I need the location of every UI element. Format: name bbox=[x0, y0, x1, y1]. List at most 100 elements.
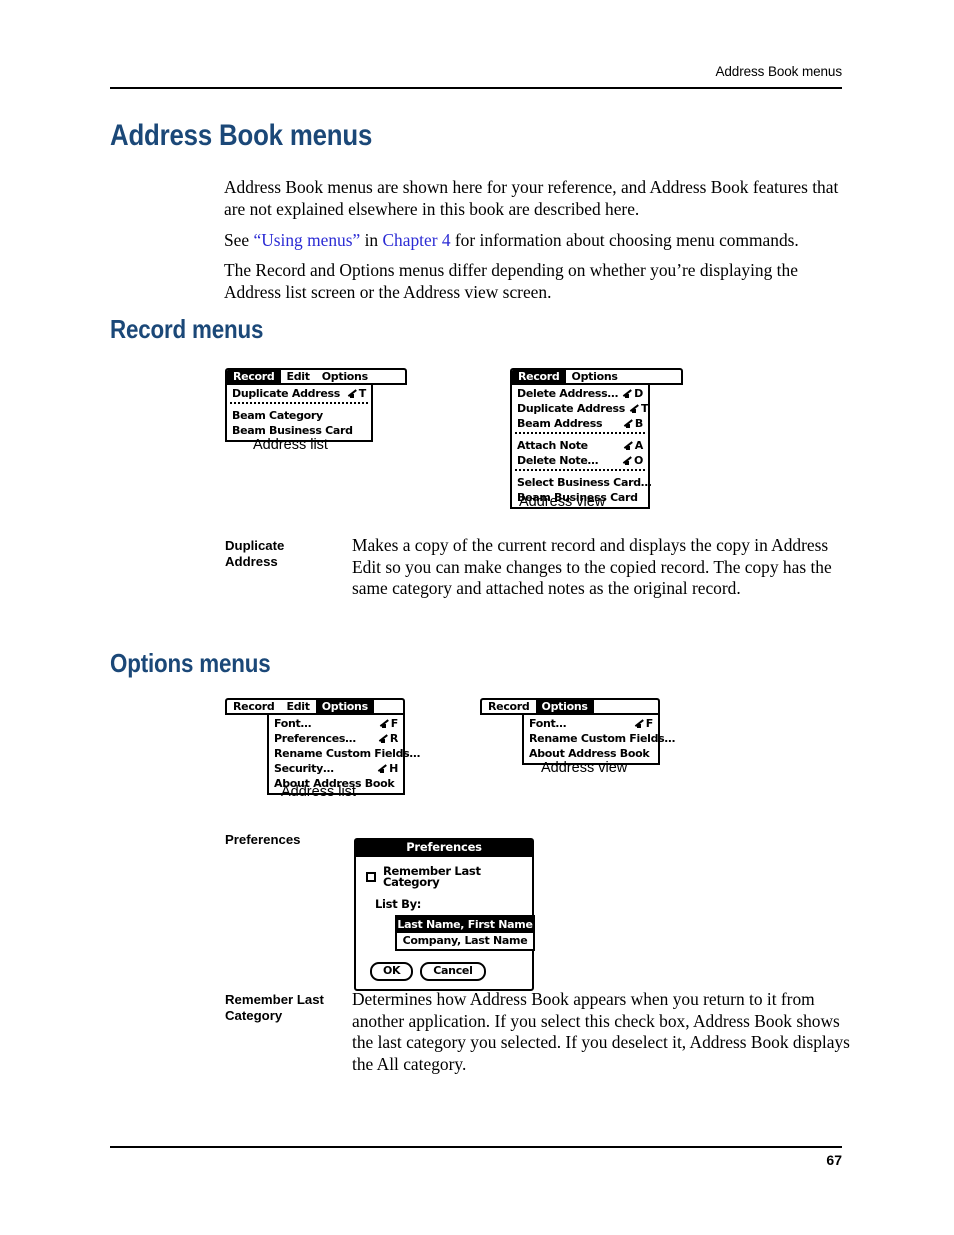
term-line-2: Address bbox=[225, 554, 278, 569]
menu-item-shortcut: O bbox=[624, 455, 643, 466]
menu-item-shortcut: R bbox=[380, 733, 398, 744]
menubar-filler bbox=[624, 370, 681, 383]
menu-item-preferences[interactable]: Preferences… R bbox=[269, 731, 403, 746]
intro-paragraph-1: Address Book menus are shown here for yo… bbox=[224, 177, 839, 219]
running-head: Address Book menus bbox=[715, 64, 842, 79]
menubar: Record Options bbox=[510, 368, 683, 385]
menu-item-rename-custom-fields[interactable]: Rename Custom Fields… bbox=[269, 746, 420, 761]
section-heading-record-menus: Record menus bbox=[110, 314, 264, 344]
intro-paragraph-3: The Record and Options menus differ depe… bbox=[224, 260, 798, 302]
command-stroke-icon bbox=[624, 456, 633, 465]
menu-item-font[interactable]: Font… F bbox=[524, 716, 658, 731]
term-line-1: Duplicate bbox=[225, 538, 285, 553]
list-by-picklist: Last Name, First Name Company, Last Name bbox=[395, 915, 535, 951]
cancel-button[interactable]: Cancel bbox=[420, 962, 486, 981]
menu-item-delete-note[interactable]: Delete Note… O bbox=[512, 453, 648, 468]
header-rule bbox=[110, 87, 842, 89]
figure-record-menu-address-view: Record Options Delete Address… D Duplica… bbox=[510, 368, 683, 509]
command-stroke-icon bbox=[349, 389, 358, 398]
menu-item-font[interactable]: Font… F bbox=[269, 716, 403, 731]
menu-item-shortcut: F bbox=[636, 718, 653, 729]
menubar-item-options[interactable]: Options bbox=[566, 370, 624, 383]
command-stroke-icon bbox=[380, 734, 389, 743]
menubar: Record Edit Options bbox=[225, 368, 407, 385]
remember-last-category-row[interactable]: Remember Last Category bbox=[366, 863, 522, 889]
menu-item-label: Beam Address bbox=[517, 417, 603, 430]
menubar-item-edit[interactable]: Edit bbox=[281, 700, 316, 713]
menu-item-label: Beam Category bbox=[232, 409, 323, 422]
menu-separator bbox=[230, 402, 368, 407]
menu-item-shortcut: H bbox=[379, 763, 398, 774]
menu-item-beam-address[interactable]: Beam Address B bbox=[512, 416, 648, 431]
dialog-title: Preferences bbox=[356, 840, 532, 857]
term-line-2: Category bbox=[225, 1008, 283, 1023]
menubar-filler bbox=[374, 700, 403, 713]
definition-term-preferences: Preferences bbox=[225, 832, 301, 847]
par2-text-post: for information about choosing menu comm… bbox=[450, 230, 799, 251]
menubar-item-options[interactable]: Options bbox=[315, 700, 374, 713]
figure-options-menu-address-list: Record Edit Options Font… F Preferences…… bbox=[225, 698, 420, 795]
caption-address-list-options: Address list bbox=[281, 784, 356, 800]
menu-item-label: Select Business Card… bbox=[517, 476, 652, 489]
menubar-item-edit[interactable]: Edit bbox=[281, 370, 316, 383]
menu-item-delete-address[interactable]: Delete Address… D bbox=[512, 386, 648, 401]
menu-separator bbox=[515, 469, 645, 474]
shortcut-key: F bbox=[645, 717, 654, 730]
footer-rule bbox=[110, 1146, 842, 1148]
link-using-menus[interactable]: “Using menus” bbox=[253, 230, 360, 250]
shortcut-key: H bbox=[389, 762, 398, 775]
menu-item-label: Rename Custom Fields… bbox=[274, 747, 421, 760]
menubar-filler bbox=[594, 700, 658, 713]
menu-item-shortcut: T bbox=[349, 388, 366, 399]
menu-item-beam-business-card[interactable]: Beam Business Card bbox=[227, 423, 371, 438]
menu-item-select-business-card[interactable]: Select Business Card… bbox=[512, 475, 652, 490]
menu-item-label: Delete Note… bbox=[517, 454, 599, 467]
caption-address-view-options: Address view bbox=[541, 760, 628, 776]
menu-item-about-address-book[interactable]: About Address Book bbox=[524, 746, 658, 761]
picklist-option-last-first[interactable]: Last Name, First Name bbox=[397, 917, 533, 933]
definition-term-remember-last-category: Remember Last Category bbox=[225, 992, 345, 1024]
page-number: 67 bbox=[826, 1152, 842, 1168]
command-stroke-icon bbox=[625, 419, 634, 428]
par2-text-pre: See bbox=[224, 230, 254, 251]
link-chapter-4[interactable]: Chapter 4 bbox=[382, 230, 450, 250]
menubar-item-record[interactable]: Record bbox=[227, 700, 281, 713]
picklist-option-company-last[interactable]: Company, Last Name bbox=[397, 933, 533, 949]
menu-item-attach-note[interactable]: Attach Note A bbox=[512, 438, 648, 453]
menu-item-label: Rename Custom Fields… bbox=[529, 732, 676, 745]
menu-item-duplicate-address[interactable]: Duplicate Address T bbox=[227, 386, 371, 401]
menu-dropdown: Delete Address… D Duplicate Address T Be… bbox=[510, 385, 652, 509]
ok-button[interactable]: OK bbox=[370, 962, 414, 981]
menu-item-security[interactable]: Security… H bbox=[269, 761, 403, 776]
section-heading-options-menus: Options menus bbox=[110, 648, 271, 678]
menu-item-rename-custom-fields[interactable]: Rename Custom Fields… bbox=[524, 731, 675, 746]
menu-item-label: Duplicate Address bbox=[232, 387, 341, 400]
menubar-item-record[interactable]: Record bbox=[482, 700, 536, 713]
page-title: Address Book menus bbox=[110, 119, 373, 152]
definition-body-remember-last-category: Determines how Address Book appears when… bbox=[352, 989, 850, 1074]
menubar-item-record[interactable]: Record bbox=[512, 370, 566, 383]
menubar: Record Options bbox=[480, 698, 660, 715]
shortcut-key: O bbox=[633, 454, 643, 467]
dialog-body: Remember Last Category List By: Last Nam… bbox=[356, 857, 535, 989]
checkbox-icon[interactable] bbox=[366, 872, 376, 882]
document-page: Address Book menus 67 Address Book menus… bbox=[0, 0, 954, 1235]
menubar-item-record[interactable]: Record bbox=[227, 370, 281, 383]
menubar-filler bbox=[374, 370, 405, 383]
menu-item-beam-category[interactable]: Beam Category bbox=[227, 408, 371, 423]
menu-item-label: Security… bbox=[274, 762, 334, 775]
menubar-item-options[interactable]: Options bbox=[535, 700, 594, 713]
menu-item-duplicate-address[interactable]: Duplicate Address T bbox=[512, 401, 649, 416]
menu-item-shortcut: B bbox=[625, 418, 643, 429]
menu-item-label: Font… bbox=[529, 717, 567, 730]
menu-item-label: Font… bbox=[274, 717, 312, 730]
menu-dropdown: Duplicate Address T Beam Category Beam B… bbox=[225, 385, 373, 442]
menu-item-label: Duplicate Address bbox=[517, 402, 626, 415]
menu-separator bbox=[515, 432, 645, 437]
menubar-item-options[interactable]: Options bbox=[316, 370, 374, 383]
command-stroke-icon bbox=[624, 389, 633, 398]
menu-dropdown: Font… F Rename Custom Fields… About Addr… bbox=[522, 715, 675, 765]
command-stroke-icon bbox=[381, 719, 390, 728]
checkbox-label: Remember Last Category bbox=[383, 863, 481, 889]
shortcut-key: D bbox=[634, 387, 643, 400]
